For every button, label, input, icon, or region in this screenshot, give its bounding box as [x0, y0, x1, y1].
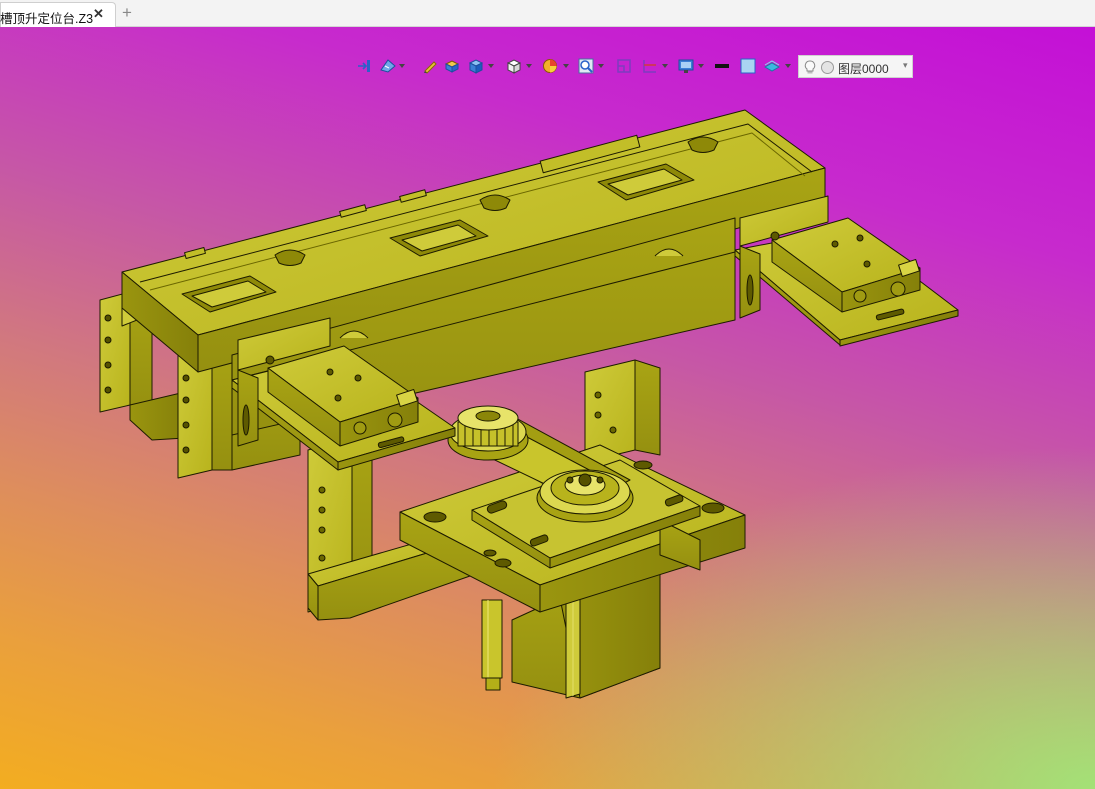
3d-viewport[interactable]: 图层0000 ▾ [0, 27, 1095, 789]
document-tab[interactable]: 槽顶升定位台.Z3 ✕ [0, 2, 116, 27]
chevron-down-icon[interactable]: ▾ [903, 60, 908, 71]
drive-pulley [536, 469, 634, 523]
layer-selector[interactable]: 图层0000 ▾ [798, 55, 913, 78]
layer-name: 图层0000 [838, 62, 889, 76]
layer-color-swatch[interactable] [821, 61, 834, 74]
shaft [481, 599, 503, 691]
3d-model [99, 109, 959, 699]
close-icon[interactable]: ✕ [93, 6, 104, 22]
view-toolbar: 图层0000 ▾ [352, 54, 914, 79]
idler-pulley [447, 405, 529, 461]
lightbulb-icon[interactable] [804, 60, 816, 75]
plus-icon[interactable]: + [122, 3, 132, 23]
document-tab-bar: 槽顶升定位台.Z3 ✕ + [0, 0, 1095, 27]
document-tab-title: 槽顶升定位台.Z3 [0, 12, 94, 26]
